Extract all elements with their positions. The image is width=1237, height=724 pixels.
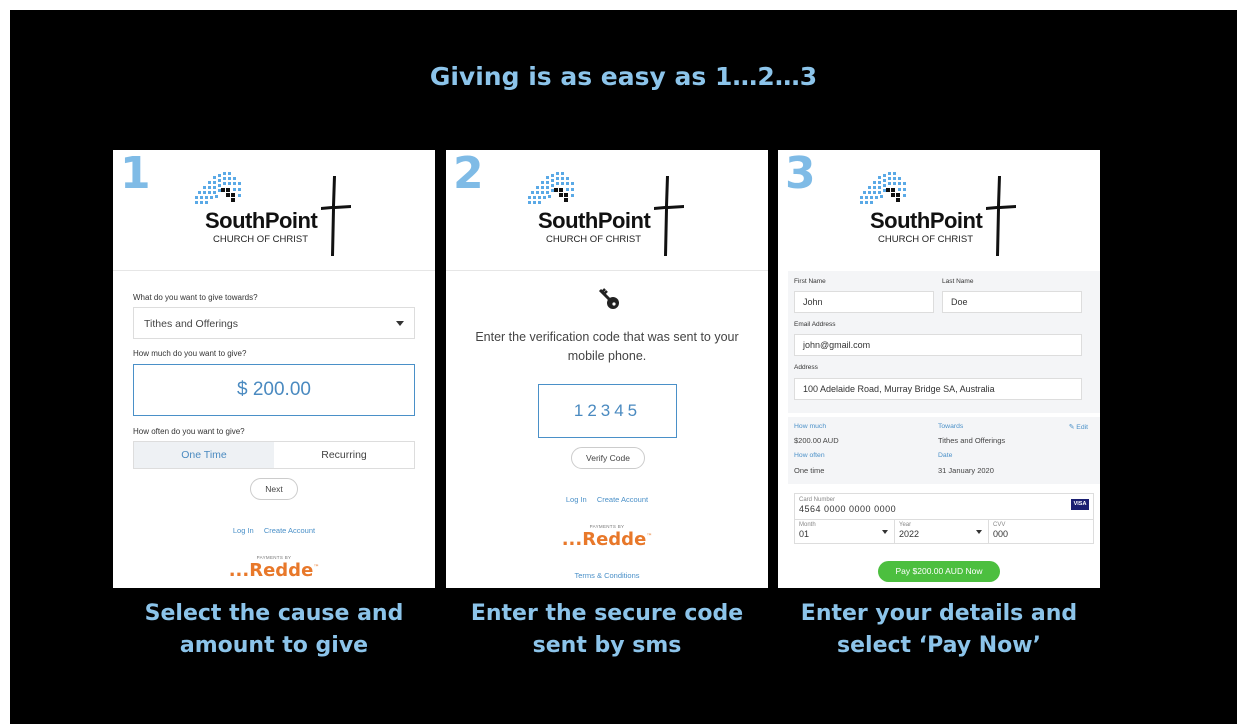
chevron-down-icon xyxy=(976,530,982,534)
date-value: 31 January 2020 xyxy=(938,466,994,475)
step-3-panel: 3 SouthPoint CHURCH OF CHRIST First Name… xyxy=(778,150,1100,588)
towards-label: Towards xyxy=(938,423,964,430)
southpoint-logo: SouthPoint CHURCH OF CHRIST xyxy=(183,168,363,260)
redde-logo-text: ...Redde xyxy=(561,529,647,550)
how-often-value: One time xyxy=(794,466,825,475)
card-form: Card Number 4564 0000 0000 0000 VISA Mon… xyxy=(794,493,1094,544)
logo-subtitle: CHURCH OF CHRIST xyxy=(546,234,641,245)
cvv-value: 000 xyxy=(993,529,1009,539)
logo-subtitle: CHURCH OF CHRIST xyxy=(213,234,308,245)
address-field[interactable]: 100 Adelaide Road, Murray Bridge SA, Aus… xyxy=(794,378,1082,400)
visa-icon: VISA xyxy=(1071,499,1089,510)
verification-code-input[interactable]: 12345 xyxy=(538,384,677,438)
email-field[interactable]: john@gmail.com xyxy=(794,334,1082,356)
edit-link[interactable]: ✎ Edit xyxy=(1069,423,1088,431)
terms-link[interactable]: Terms & Conditions xyxy=(446,571,768,580)
redde-logo: ...Redde™ xyxy=(113,560,435,581)
email-label: Email Address xyxy=(794,321,836,328)
login-link[interactable]: Log In xyxy=(233,526,254,535)
month-label: Month xyxy=(799,522,816,528)
year-label: Year xyxy=(899,522,912,528)
step-number: 3 xyxy=(785,150,816,199)
frequency-label: How often do you want to give? xyxy=(133,427,245,436)
logo-name: SouthPoint xyxy=(870,208,983,233)
last-name-label: Last Name xyxy=(942,278,974,285)
month-value: 01 xyxy=(799,529,810,539)
cvv-field[interactable]: CVV 000 xyxy=(989,520,1093,544)
how-often-label: How often xyxy=(794,452,825,459)
redde-tm: ™ xyxy=(313,564,320,571)
chevron-down-icon xyxy=(882,530,888,534)
key-icon xyxy=(596,286,622,312)
southpoint-logo: SouthPoint CHURCH OF CHRIST xyxy=(516,168,696,260)
cause-label: What do you want to give towards? xyxy=(133,293,258,302)
year-select[interactable]: Year 2022 xyxy=(895,520,989,544)
donation-summary: How much $200.00 AUD Towards Tithes and … xyxy=(788,417,1100,484)
step-number: 1 xyxy=(120,150,151,199)
date-label: Date xyxy=(938,452,953,459)
slide-title: Giving is as easy as 1…2…3 xyxy=(429,62,818,91)
account-links: Log In Create Account xyxy=(113,526,435,535)
first-name-label: First Name xyxy=(794,278,826,285)
card-details-row: Month 01 Year 2022 CVV 000 xyxy=(795,519,1093,544)
logo-name: SouthPoint xyxy=(205,208,318,233)
how-much-label: How much xyxy=(794,423,827,430)
step-1-panel: 1 SouthPoint CHURCH OF CHRIST What do yo… xyxy=(113,150,435,588)
cause-select[interactable]: Tithes and Offerings xyxy=(133,307,415,339)
pay-now-button[interactable]: Pay $200.00 AUD Now xyxy=(878,561,1000,582)
cause-select-value: Tithes and Offerings xyxy=(144,318,238,330)
year-value: 2022 xyxy=(899,529,920,539)
create-account-link[interactable]: Create Account xyxy=(597,495,648,504)
login-link[interactable]: Log In xyxy=(566,495,587,504)
frequency-toggle: One Time Recurring xyxy=(133,441,415,469)
verify-code-button[interactable]: Verify Code xyxy=(571,447,645,469)
step-2-panel: 2 SouthPoint CHURCH OF CHRIST Enter the … xyxy=(446,150,768,588)
divider xyxy=(113,270,435,271)
one-time-option[interactable]: One Time xyxy=(134,442,274,468)
redde-logo-text: ...Redde xyxy=(228,560,314,581)
towards-value: Tithes and Offerings xyxy=(938,436,1006,445)
logo-name: SouthPoint xyxy=(538,208,651,233)
address-label: Address xyxy=(794,364,818,371)
logo-subtitle: CHURCH OF CHRIST xyxy=(878,234,973,245)
verification-instructions: Enter the verification code that was sen… xyxy=(475,330,739,363)
amount-input[interactable]: $ 200.00 xyxy=(133,364,415,416)
slide: Giving is as easy as 1…2…3 1 SouthPoint xyxy=(10,10,1237,724)
step-1-caption: Select the cause and amount to give xyxy=(144,601,404,658)
month-select[interactable]: Month 01 xyxy=(795,520,895,544)
last-name-field[interactable]: Doe xyxy=(942,291,1082,313)
first-name-field[interactable]: John xyxy=(794,291,934,313)
how-much-value: $200.00 AUD xyxy=(794,436,839,445)
account-links: Log In Create Account xyxy=(446,495,768,504)
step-number: 2 xyxy=(453,150,484,199)
redde-logo: ...Redde™ xyxy=(446,529,768,550)
chevron-down-icon xyxy=(396,321,404,326)
divider xyxy=(446,270,768,271)
next-button[interactable]: Next xyxy=(250,478,298,500)
amount-label: How much do you want to give? xyxy=(133,349,247,358)
cvv-label: CVV xyxy=(993,522,1006,528)
step-2-caption: Enter the secure code sent by sms xyxy=(470,601,744,658)
card-number-label: Card Number xyxy=(799,497,836,503)
recurring-option[interactable]: Recurring xyxy=(274,442,414,468)
step-3-caption: Enter your details and select ‘Pay Now’ xyxy=(800,601,1078,658)
card-number-field[interactable]: 4564 0000 0000 0000 xyxy=(799,504,896,514)
redde-tm: ™ xyxy=(646,533,653,540)
southpoint-logo: SouthPoint CHURCH OF CHRIST xyxy=(848,168,1028,260)
create-account-link[interactable]: Create Account xyxy=(264,526,315,535)
